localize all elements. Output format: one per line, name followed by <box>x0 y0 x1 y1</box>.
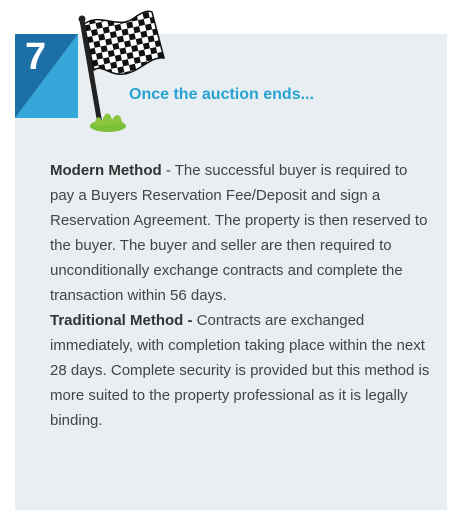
step-number: 7 <box>25 36 47 78</box>
checkered-flag-icon <box>78 10 166 132</box>
modern-method-label: Modern Method <box>50 162 162 179</box>
modern-method-text: The successful buyer is required to pay … <box>50 162 428 304</box>
grass-tuft-icon <box>90 113 126 132</box>
traditional-method-paragraph: Traditional Method - Contracts are excha… <box>50 308 430 433</box>
step-title: Once the auction ends... <box>129 86 314 103</box>
modern-method-paragraph: Modern Method - The successful buyer is … <box>50 162 428 304</box>
traditional-method-text: Contracts are exchanged immediately, wit… <box>50 312 430 429</box>
traditional-method-label: Traditional Method - <box>50 312 193 329</box>
